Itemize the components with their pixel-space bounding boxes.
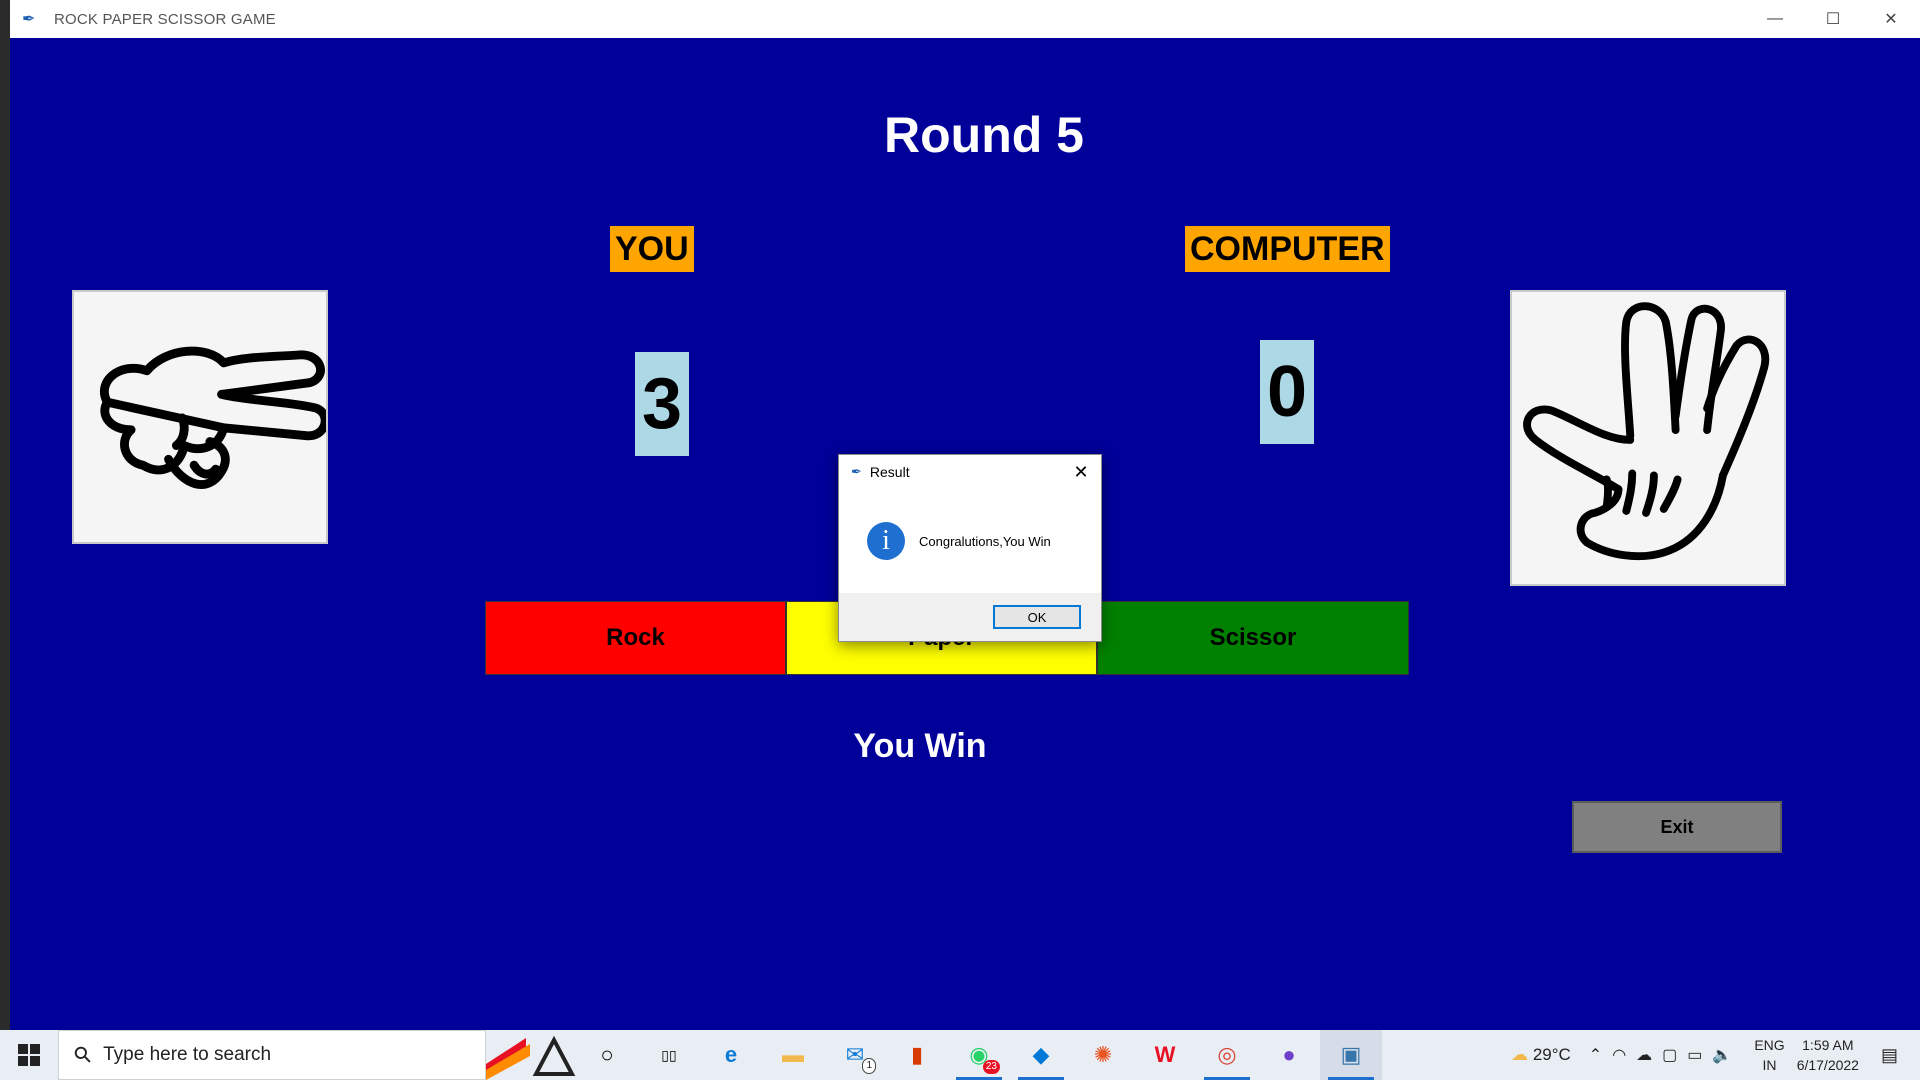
office-icon[interactable]: ▮ [886, 1030, 948, 1080]
start-button[interactable] [0, 1030, 58, 1080]
search-highlight-icon [486, 1035, 576, 1080]
player-choice-image [72, 290, 330, 544]
show-hidden-icons-icon[interactable]: ⌃ [1589, 1045, 1602, 1065]
notification-center-icon[interactable]: ▤ [1881, 1045, 1898, 1066]
maximize-button[interactable]: ☐ [1804, 0, 1862, 38]
vscode-icon[interactable]: ◆ [1010, 1030, 1072, 1080]
search-icon: ⚲ [68, 1040, 98, 1070]
ubuntu-icon[interactable]: ✺ [1072, 1030, 1134, 1080]
onedrive-icon[interactable]: ☁ [1636, 1045, 1652, 1065]
ok-button[interactable]: OK [993, 605, 1081, 629]
cortana-icon[interactable]: ○ [576, 1030, 638, 1080]
result-text: You Win [853, 727, 987, 765]
taskbar-apps: ○ ▯▯ e ▬ ✉ 1 ▮ ◉ 23 ◆ ✺ W ◎ ● ▣ [576, 1030, 1382, 1080]
file-explorer-icon[interactable]: ▬ [762, 1030, 824, 1080]
whatsapp-icon[interactable]: ◉ 23 [948, 1030, 1010, 1080]
clock[interactable]: 1:59 AM 6/17/2022 [1797, 1035, 1859, 1075]
close-button[interactable]: ✕ [1862, 0, 1920, 38]
dialog-message: Congralutions,You Win [919, 533, 1051, 549]
python-icon[interactable]: ▣ [1320, 1030, 1382, 1080]
computer-choice-image [1510, 290, 1786, 586]
rock-button[interactable]: Rock [485, 601, 786, 675]
meet-icon[interactable]: ▢ [1662, 1045, 1677, 1065]
player-label: YOU [610, 226, 694, 272]
feather-icon: ✒ [851, 464, 862, 479]
feather-icon: ✒ [22, 11, 36, 28]
dialog-body: i Congralutions,You Win [839, 489, 1101, 593]
paper-hand-icon [1523, 302, 1770, 561]
mail-icon[interactable]: ✉ 1 [824, 1030, 886, 1080]
language-indicator[interactable]: ENG IN [1754, 1035, 1784, 1075]
task-view-icon[interactable]: ▯▯ [638, 1030, 700, 1080]
player-score: 3 [635, 352, 689, 456]
minimize-button[interactable]: — [1746, 0, 1804, 38]
volume-icon[interactable]: 🔈 [1712, 1045, 1732, 1065]
dialog-title: Result [869, 464, 910, 480]
windows-icon [18, 1044, 40, 1066]
scissor-button[interactable]: Scissor [1097, 601, 1409, 675]
window-title: ROCK PAPER SCISSOR GAME [54, 10, 276, 28]
taskbar: ⚲ Type here to search ○ ▯▯ e ▬ ✉ 1 ▮ ◉ 23 … [0, 1030, 1920, 1080]
computer-score: 0 [1260, 340, 1314, 444]
title-bar: ✒ ROCK PAPER SCISSOR GAME — ☐ ✕ [10, 0, 1920, 38]
github-icon[interactable]: ● [1258, 1030, 1320, 1080]
weather-icon: ☁ [1511, 1045, 1529, 1064]
clock-date: 6/17/2022 [1796, 1057, 1859, 1073]
dialog-footer: OK [839, 593, 1101, 641]
weather-widget[interactable]: ☁ 29°C [1511, 1045, 1571, 1065]
result-dialog: ✒ Result ✕ i Congralutions,You Win OK [838, 454, 1102, 642]
edge-icon[interactable]: e [700, 1030, 762, 1080]
taskbar-search[interactable]: ⚲ Type here to search [58, 1030, 486, 1080]
chrome-icon[interactable]: ◎ [1196, 1030, 1258, 1080]
wifi-icon[interactable]: ◠ [1612, 1045, 1626, 1065]
dialog-close-button[interactable]: ✕ [1061, 462, 1101, 483]
system-tray: ☁ 29°C ⌃ ◠ ☁ ▢ ▭ 🔈 ENG IN 1:59 AM 6/17/2… [1511, 1030, 1920, 1080]
search-placeholder: Type here to search [103, 1044, 272, 1065]
clock-time: 1:59 AM [1802, 1037, 1854, 1053]
round-title: Round 5 [884, 107, 1084, 163]
weather-temp: 29°C [1532, 1045, 1571, 1064]
scissor-hand-icon [99, 346, 330, 489]
computer-label: COMPUTER [1185, 226, 1390, 272]
battery-icon[interactable]: ▭ [1687, 1045, 1702, 1065]
wps-icon[interactable]: W [1134, 1030, 1196, 1080]
exit-button[interactable]: Exit [1572, 801, 1782, 853]
info-icon: i [867, 522, 905, 560]
dialog-title-bar: ✒ Result ✕ [839, 455, 1101, 489]
